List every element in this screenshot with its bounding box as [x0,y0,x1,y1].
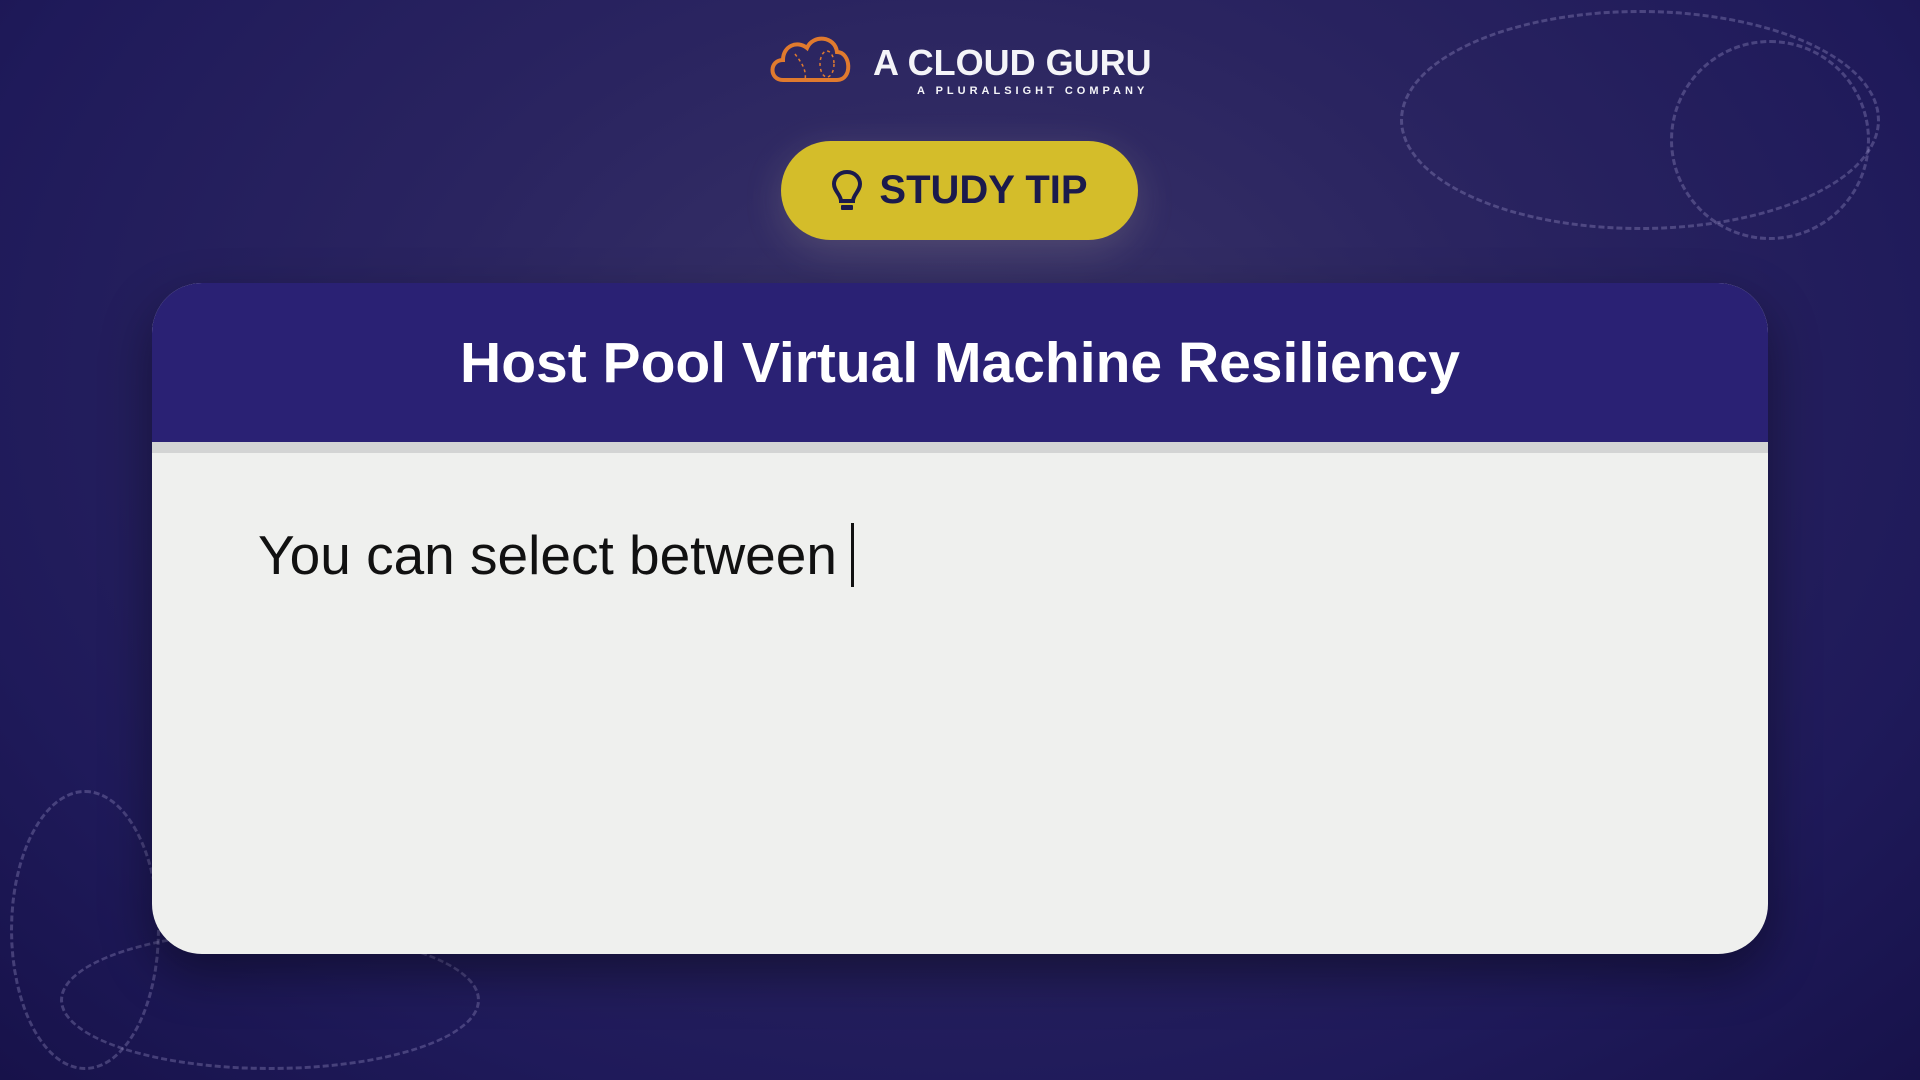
card-header: Host Pool Virtual Machine Resiliency [152,283,1768,442]
brand-name: A CLOUD GURU [873,42,1152,83]
brand-tagline: A PLURALSIGHT COMPANY [917,85,1149,97]
study-tip-label: STUDY TIP [879,168,1088,212]
background-decoration [1400,10,1880,230]
study-tip-card: Host Pool Virtual Machine Resiliency You… [152,283,1768,954]
card-body: You can select between [258,523,854,587]
cloud-logo-icon [770,36,851,82]
text-cursor [850,523,854,587]
card-body-text: You can select between [258,524,837,586]
background-decoration [10,790,160,1070]
card-title: Host Pool Virtual Machine Resiliency [460,330,1460,395]
header-divider [152,442,1768,453]
study-tip-badge: STUDY TIP [781,141,1138,240]
lightbulb-icon [832,169,863,210]
brand-logo: A CLOUD GURU A PLURALSIGHT COMPANY [765,30,1155,100]
